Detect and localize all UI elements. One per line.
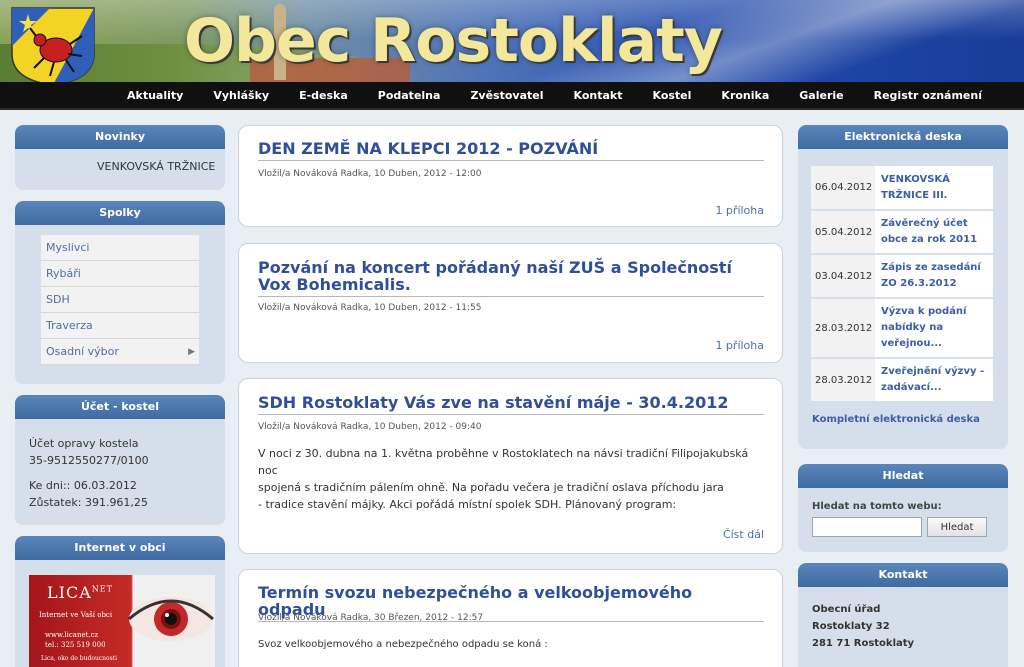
novinky-heading: Novinky [15, 125, 225, 149]
attachment-link[interactable]: 1 příloha [715, 339, 764, 352]
table-row: 06.04.2012 VENKOVSKÁ TRŽNICE III. [811, 166, 993, 211]
post-card: DEN ZEMĚ NA KLEPCI 2012 - POZVÁNÍ Vložil… [238, 125, 783, 227]
ucet-kostel-heading: Účet - kostel [15, 395, 225, 419]
ad-brand: LICA [47, 583, 92, 602]
ad-tel: tel.: 325 519 000 [45, 641, 106, 649]
search-heading: Hledat [798, 464, 1008, 488]
novinky-item[interactable]: VENKOVSKÁ TRŽNICE [97, 160, 215, 173]
site-header: Obec Rostoklaty Aktuality Vyhlášky E-des… [0, 0, 1024, 110]
attachment-link[interactable]: 1 příloha [715, 204, 764, 217]
edeska-date: 06.04.2012 [811, 166, 875, 211]
spolky-menu: Myslivci Rybáři SDH Traverza Osadní výbo… [41, 235, 199, 365]
main-navigation: Aktuality Vyhlášky E-deska Podatelna Zvě… [0, 82, 1024, 110]
post-body-line: spojená s tradičním pálením ohně. Na poř… [258, 481, 724, 494]
post-title[interactable]: SDH Rostoklaty Vás zve na stavění máje -… [258, 394, 764, 415]
ucet-balance: Zůstatek: 391.961,25 [29, 496, 148, 509]
spolky-item-traverza[interactable]: Traverza [41, 313, 199, 339]
eye-icon [128, 597, 214, 641]
post-card: Pozvání na koncert pořádaný naší ZUŠ a S… [238, 243, 783, 363]
post-title[interactable]: Pozvání na koncert pořádaný naší ZUŠ a S… [258, 259, 764, 297]
edeska-link[interactable]: Zápis ze zasedání ZO 26.3.2012 [875, 254, 993, 299]
kontakt-box: Kontakt Obecní úřad Rostoklaty 32 281 71… [798, 563, 1008, 667]
ad-web: www.licanet.cz [45, 631, 99, 639]
edeska-table: 06.04.2012 VENKOVSKÁ TRŽNICE III. 05.04.… [811, 166, 993, 403]
nav-item-kontakt[interactable]: Kontakt [559, 82, 638, 110]
post-body-line: - tradice stavění májky. Akci pořádá mís… [258, 498, 677, 511]
nav-item-podatelna[interactable]: Podatelna [363, 82, 456, 110]
osadni-vybor-label: Osadní výbor [46, 345, 119, 358]
spolky-item-myslivci[interactable]: Myslivci [41, 235, 199, 261]
nav-item-registr-oznameni[interactable]: Registr oznámení [859, 82, 997, 110]
ucet-number: 35-9512550277/0100 [29, 454, 149, 467]
spolky-box: Spolky Myslivci Rybáři SDH Traverza Osad… [15, 201, 225, 384]
search-label: Hledat na tomto webu: [812, 501, 942, 512]
edeska-date: 05.04.2012 [811, 210, 875, 255]
kontakt-street: Rostoklaty 32 [812, 621, 890, 632]
internet-heading: Internet v obci [15, 536, 225, 560]
internet-box: Internet v obci LICANET Internet ve Vaší… [15, 536, 225, 667]
post-body-line: V noci z 30. dubna na 1. května proběhne… [258, 447, 749, 477]
spolky-item-rybari[interactable]: Rybáři [41, 261, 199, 287]
nav-item-aktuality[interactable]: Aktuality [112, 82, 198, 110]
table-row: 28.03.2012 Zveřejnění výzvy - zadávací..… [811, 358, 993, 403]
edeska-link[interactable]: VENKOVSKÁ TRŽNICE III. [875, 166, 993, 211]
spolky-item-osadni-vybor[interactable]: Osadní výbor ▶ [41, 339, 199, 365]
search-button[interactable]: Hledat [927, 517, 987, 537]
nav-item-e-deska[interactable]: E-deska [284, 82, 363, 110]
nav-item-vyhlasky[interactable]: Vyhlášky [198, 82, 284, 110]
table-row: 28.03.2012 Výzva k podání nabídky na veř… [811, 298, 993, 359]
novinky-box: Novinky VENKOVSKÁ TRŽNICE [15, 125, 225, 190]
post-meta: Vložil/a Nováková Radka, 10 Duben, 2012 … [258, 303, 482, 313]
read-more-link[interactable]: Číst dál [723, 528, 764, 541]
elektronicka-deska-box: Elektronická deska 06.04.2012 VENKOVSKÁ … [798, 125, 1008, 449]
kontakt-city: 281 71 Rostoklaty [812, 638, 915, 649]
nav-item-galerie[interactable]: Galerie [784, 82, 858, 110]
kontakt-heading: Kontakt [798, 563, 1008, 587]
table-row: 05.04.2012 Závěrečný účet obce za rok 20… [811, 210, 993, 255]
full-edeska-link[interactable]: Kompletní elektronická deska [812, 414, 980, 425]
ad-brand-sup: NET [91, 584, 113, 594]
kontakt-office: Obecní úřad [812, 604, 881, 615]
search-box: Hledat Hledat na tomto webu: Hledat [798, 464, 1008, 552]
post-body-line: Svoz velkoobjemového a nebezpečného odpa… [258, 639, 548, 650]
edeska-date: 28.03.2012 [811, 298, 875, 359]
post-meta: Vložil/a Nováková Radka, 10 Duben, 2012 … [258, 169, 482, 179]
edeska-link[interactable]: Závěrečný účet obce za rok 2011 [875, 210, 993, 255]
ucet-date: Ke dni:: 06.03.2012 [29, 479, 137, 492]
submenu-arrow-icon: ▶ [188, 347, 195, 357]
post-body: Svoz velkoobjemového a nebezpečného odpa… [258, 636, 766, 653]
spolky-heading: Spolky [15, 201, 225, 225]
post-meta: Vložil/a Nováková Radka, 10 Duben, 2012 … [258, 422, 482, 432]
elektronicka-deska-heading: Elektronická deska [798, 125, 1008, 149]
edeska-link[interactable]: Výzva k podání nabídky na veřejnou... [875, 298, 993, 359]
coat-of-arms-logo[interactable] [10, 6, 96, 86]
ucet-label: Účet opravy kostela [29, 437, 139, 450]
site-title: Obec Rostoklaty [184, 6, 723, 76]
edeska-date: 28.03.2012 [811, 358, 875, 403]
edeska-date: 03.04.2012 [811, 254, 875, 299]
ad-tagline: Internet ve Vaší obci [39, 611, 113, 619]
nav-item-kronika[interactable]: Kronika [706, 82, 784, 110]
ucet-kostel-box: Účet - kostel Účet opravy kostela 35-951… [15, 395, 225, 525]
post-meta: Vložil/a Nováková Radka, 30 Březen, 2012… [258, 613, 484, 623]
licanet-ad-banner[interactable]: LICANET Internet ve Vaší obci www.licane… [29, 575, 215, 667]
post-body: V noci z 30. dubna na 1. května proběhne… [258, 445, 766, 513]
post-title[interactable]: DEN ZEMĚ NA KLEPCI 2012 - POZVÁNÍ [258, 140, 764, 161]
ad-small-text: Lica, oko do budoucnosti [41, 655, 118, 662]
nav-item-zvestovatel[interactable]: Zvěstovatel [455, 82, 558, 110]
post-card: Termín svozu nebezpečného a velkoobjemov… [238, 569, 783, 667]
spolky-item-sdh[interactable]: SDH [41, 287, 199, 313]
table-row: 03.04.2012 Zápis ze zasedání ZO 26.3.201… [811, 254, 993, 299]
search-input[interactable] [812, 517, 922, 537]
edeska-link[interactable]: Zveřejnění výzvy - zadávací... [875, 358, 993, 403]
post-card: SDH Rostoklaty Vás zve na stavění máje -… [238, 378, 783, 554]
nav-item-kostel[interactable]: Kostel [637, 82, 706, 110]
